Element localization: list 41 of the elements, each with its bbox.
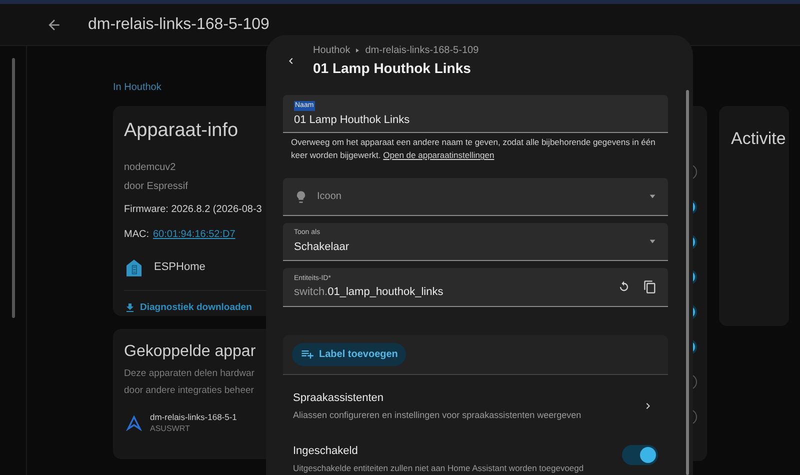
house-icon xyxy=(124,258,144,278)
linked-device-name[interactable]: dm-relais-links-168-5-1 xyxy=(150,410,237,424)
row-description: Aliassen configureren en instellingen voor spraakassistenten weergeven xyxy=(293,409,582,422)
settings-link[interactable]: Open de apparaatinstellingen xyxy=(383,150,494,160)
row-title: Spraakassistenten xyxy=(293,390,384,406)
card-title: Gekoppelde appar xyxy=(124,342,256,362)
row-title: Ingeschakeld xyxy=(293,444,359,459)
triangle-logo-icon xyxy=(126,414,142,431)
breadcrumb-item[interactable]: Houthok xyxy=(313,42,350,58)
card-title: Activite xyxy=(731,129,786,148)
voice-assistants-row[interactable]: Spraakassistenten Aliassen configureren en instellingen voor spraakassistenten weergeven xyxy=(283,390,668,423)
icon-field[interactable]: Icoon xyxy=(283,178,668,216)
entity-domain: switch. xyxy=(294,285,328,300)
mac-label: MAC: xyxy=(124,228,149,242)
lightbulb-icon xyxy=(294,190,308,204)
description-text: door andere integraties beheer xyxy=(124,384,254,398)
select-value: Schakelaar xyxy=(294,240,350,255)
page-title: dm-relais-links-168-5-109 xyxy=(88,14,270,34)
entity-object-id: 01_lamp_houthok_links xyxy=(328,285,444,300)
dialog-title: 01 Lamp Houthok Links xyxy=(313,58,472,78)
icon-placeholder: Icoon xyxy=(317,190,342,204)
model-text: nodemcuv2 xyxy=(124,160,176,174)
download-link[interactable]: Diagnostiek downloaden xyxy=(140,300,252,315)
breadcrumb-item[interactable]: dm-relais-links-168-5-109 xyxy=(365,42,479,58)
mac-link[interactable]: 60:01:94:16:52:D7 xyxy=(153,226,236,242)
download-icon xyxy=(124,302,136,314)
scrollbar[interactable] xyxy=(12,58,14,318)
add-label-button[interactable]: Label toevoegen xyxy=(292,342,406,366)
field-value: 01 Lamp Houthok Links xyxy=(294,113,411,128)
enabled-toggle[interactable] xyxy=(622,444,658,465)
description-text: Deze apparaten delen hardwar xyxy=(124,367,254,381)
card-title: Apparaat-info xyxy=(124,119,238,143)
firmware-text: Firmware: 2026.8.2 (2026-08-3 xyxy=(124,202,262,216)
helper-text: Overweeg om het apparaat een andere naam te geven, zodat alle bijbehorende gegevens in één keer worden bijgewerkt. Open de apparaatinstellingen xyxy=(290,136,656,162)
area-link[interactable]: In Houthok xyxy=(113,80,162,102)
manufacturer-text: door Espressif xyxy=(124,180,188,194)
integration-name: ESPHome xyxy=(154,260,206,276)
linked-device-integration: ASUSWRT xyxy=(150,423,190,436)
copy-icon[interactable] xyxy=(643,280,657,294)
row-description: Uitgeschakelde entiteiten zullen niet aan Home Assistant worden toegevoegd xyxy=(293,462,584,475)
scrollbar[interactable] xyxy=(686,90,688,475)
